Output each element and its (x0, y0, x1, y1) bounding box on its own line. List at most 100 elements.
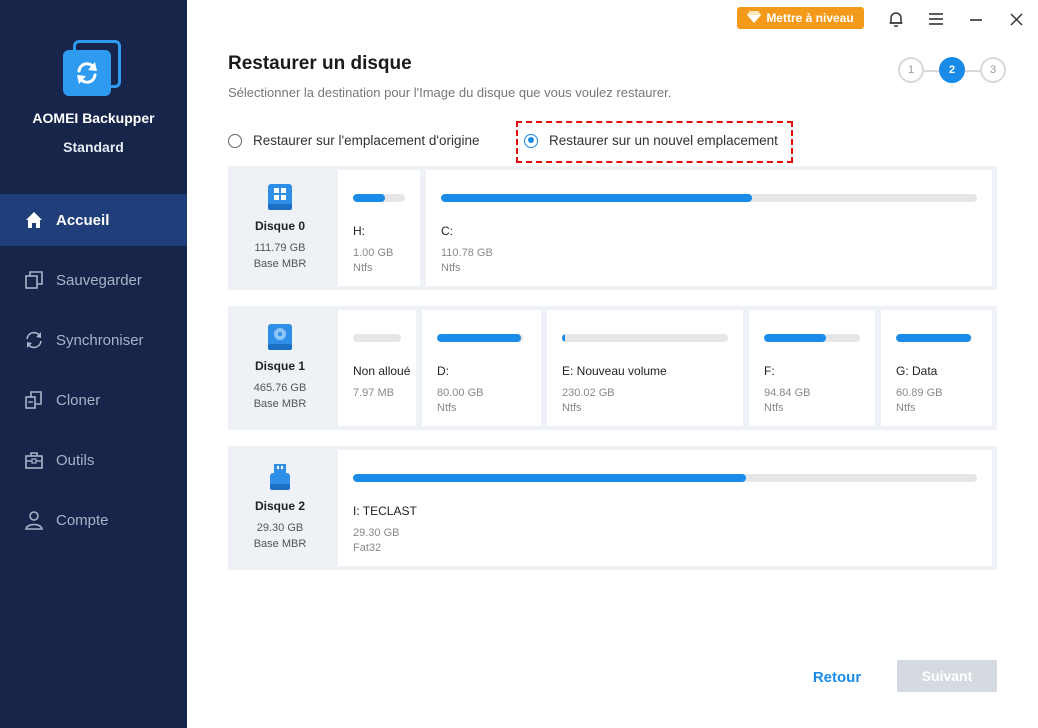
partition-filesystem: Ntfs (437, 402, 457, 414)
partition-label: E: Nouveau volume (562, 364, 667, 378)
step-connector (924, 70, 940, 72)
partition-card[interactable]: G: Data 60.89 GB Ntfs (881, 310, 992, 426)
sidebar-item-cloner[interactable]: Cloner (0, 374, 187, 426)
disk-size: 111.79 GB (254, 242, 306, 254)
sidebar-item-label: Cloner (56, 391, 101, 409)
disk-info: Disque 0 111.79 GB Base MBR (228, 166, 332, 290)
disk-size: 29.30 GB (256, 522, 304, 534)
option-new-location[interactable]: Restaurer sur un nouvel emplacement (524, 133, 778, 148)
sidebar-item-compte[interactable]: Compte (0, 494, 187, 546)
sidebar-item-outils[interactable]: Outils (0, 434, 187, 486)
step-1: 1 (898, 57, 924, 83)
partition-usage-bar (764, 334, 827, 342)
partition-card[interactable]: E: Nouveau volume 230.02 GB Ntfs (547, 310, 743, 426)
minimize-icon[interactable] (967, 10, 985, 28)
app-logo-icon (63, 40, 123, 96)
sidebar-item-sauvegarder[interactable]: Sauvegarder (0, 254, 187, 306)
partition-filesystem: Ntfs (441, 262, 461, 274)
windows-disk-icon (266, 183, 294, 211)
sidebar-item-label: Sauvegarder (56, 271, 142, 289)
partition-usage-bar (353, 194, 386, 202)
step-2: 2 (939, 57, 965, 83)
sidebar-item-synchroniser[interactable]: Synchroniser (0, 314, 187, 366)
disk-type: Base MBR (253, 538, 307, 550)
bell-icon[interactable] (887, 10, 905, 28)
partition-label: H: (353, 224, 365, 238)
upgrade-button[interactable]: Mettre à niveau (737, 7, 864, 29)
disk-size: 465.76 GB (253, 382, 307, 394)
disk-name: Disque 0 (254, 219, 305, 233)
partition-size: 110.78 GB (441, 247, 493, 259)
partition-label: F: (764, 364, 775, 378)
sidebar: AOMEI Backupper Standard Accueil Sauvega… (0, 0, 187, 728)
partition-label: I: TECLAST (353, 504, 417, 518)
radio-new-location[interactable] (524, 133, 538, 148)
partition-size: 60.89 GB (896, 387, 943, 399)
disk-row-2[interactable]: Disque 2 29.30 GB Base MBR I: TECLAST 29… (228, 446, 997, 570)
next-button[interactable]: Suivant (897, 660, 997, 692)
partition-size: 7.97 MB (353, 387, 394, 399)
partition-card[interactable]: C: 110.78 GB Ntfs (426, 170, 992, 286)
partition-usage-bar (896, 334, 972, 342)
partition-label: D: (437, 364, 449, 378)
partition-card[interactable]: F: 94.84 GB Ntfs (749, 310, 875, 426)
page-title: Restaurer un disque (228, 53, 412, 74)
sidebar-item-label: Compte (56, 511, 109, 529)
partition-card[interactable]: Non alloué 7.97 MB (338, 310, 416, 426)
usb-drive-icon (266, 463, 294, 491)
partition-filesystem: Ntfs (353, 262, 373, 274)
app-name: AOMEI Backupper (32, 110, 155, 126)
upgrade-label: Mettre à niveau (766, 11, 854, 25)
app-edition: Standard (63, 139, 124, 155)
option-original-label: Restaurer sur l'emplacement d'origine (253, 133, 480, 148)
disk-info: Disque 2 29.30 GB Base MBR (228, 446, 332, 570)
step-3: 3 (980, 57, 1006, 83)
partition-size: 230.02 GB (562, 387, 615, 399)
sidebar-item-label: Accueil (56, 211, 110, 229)
partition-size: 94.84 GB (764, 387, 811, 399)
partition-card[interactable]: I: TECLAST 29.30 GB Fat32 (338, 450, 992, 566)
option-original-location[interactable]: Restaurer sur l'emplacement d'origine (228, 133, 480, 148)
partition-filesystem: Ntfs (764, 402, 784, 414)
partition-card[interactable]: D: 80.00 GB Ntfs (422, 310, 541, 426)
partition-filesystem: Ntfs (562, 402, 582, 414)
menu-icon[interactable] (927, 10, 945, 28)
partition-filesystem: Ntfs (896, 402, 916, 414)
disk-row-0[interactable]: Disque 0 111.79 GB Base MBR H: 1.00 GB N… (228, 166, 997, 290)
partition-label: C: (441, 224, 453, 238)
sidebar-item-accueil[interactable]: Accueil (0, 194, 187, 246)
backup-icon (24, 270, 44, 290)
sync-icon (24, 330, 44, 350)
partition-label: Non alloué (353, 364, 411, 378)
partition-usage-bar (562, 334, 566, 342)
partition-size: 80.00 GB (437, 387, 484, 399)
partition-usage-bar (353, 474, 747, 482)
page-subtitle: Sélectionner la destination pour l'Image… (228, 85, 672, 100)
close-icon[interactable] (1007, 10, 1025, 28)
disk-name: Disque 1 (254, 359, 305, 373)
partition-size: 29.30 GB (353, 527, 400, 539)
sidebar-item-label: Synchroniser (56, 331, 144, 349)
diamond-icon (747, 10, 762, 26)
back-button[interactable]: Retour (800, 661, 874, 693)
partition-usage-bar (441, 194, 752, 202)
sidebar-item-label: Outils (56, 451, 95, 469)
partition-card[interactable]: H: 1.00 GB Ntfs (338, 170, 420, 286)
home-icon (24, 210, 44, 230)
partition-filesystem: Fat32 (353, 542, 382, 554)
option-new-location-label: Restaurer sur un nouvel emplacement (549, 133, 778, 148)
toolbox-icon (24, 450, 44, 470)
disk-type: Base MBR (253, 398, 307, 410)
partition-label: G: Data (896, 364, 938, 378)
hard-disk-icon (266, 323, 294, 351)
disk-name: Disque 2 (254, 499, 305, 513)
disk-row-1[interactable]: Disque 1 465.76 GB Base MBR Non alloué 7… (228, 306, 997, 430)
disk-type: Base MBR (253, 258, 307, 270)
radio-original[interactable] (228, 133, 242, 148)
user-icon (24, 510, 44, 530)
disk-info: Disque 1 465.76 GB Base MBR (228, 306, 332, 430)
partition-size: 1.00 GB (353, 247, 394, 259)
step-connector (965, 70, 981, 72)
clone-icon (24, 390, 44, 410)
partition-usage-bar (437, 334, 522, 342)
